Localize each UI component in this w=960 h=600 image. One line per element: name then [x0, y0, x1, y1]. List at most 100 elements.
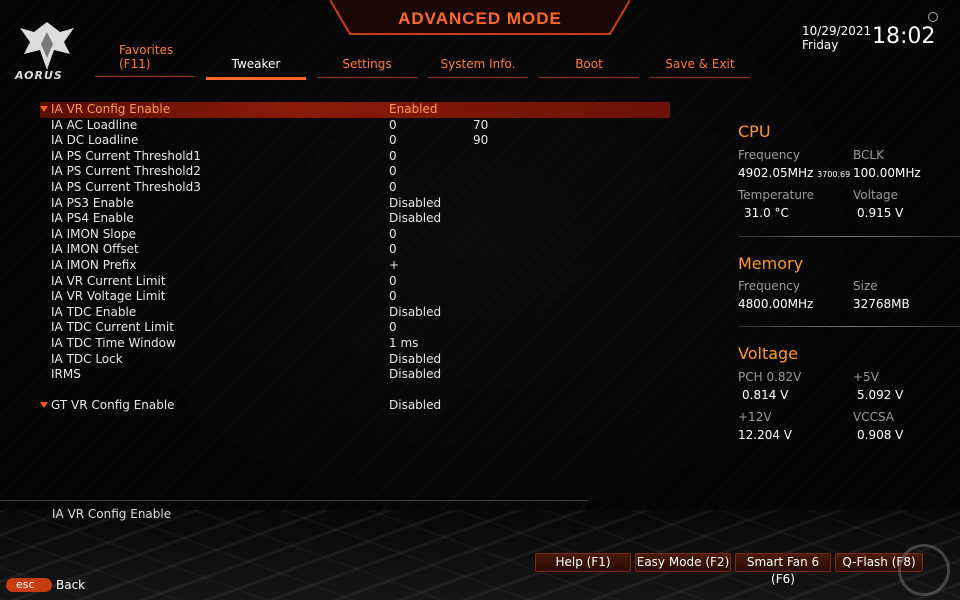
esc-key-label: esc	[16, 578, 35, 591]
setting-value[interactable]: 0	[389, 274, 397, 289]
divider	[738, 236, 960, 237]
help-description: IA VR Config Enable	[52, 507, 172, 521]
setting-value[interactable]: Disabled	[389, 352, 441, 367]
setting-label: IA PS Current Threshold3	[51, 179, 201, 194]
setting-row-gt-vr-config[interactable]: GT VR Config Enable Disabled	[40, 398, 680, 414]
memory-section-title: Memory	[738, 254, 804, 273]
setting-value-auto: 90	[473, 133, 489, 148]
tab-settings[interactable]: Settings	[317, 57, 417, 78]
cpu-bclk-label: BCLK	[853, 148, 884, 162]
memory-size-label: Size	[853, 279, 878, 293]
tab-system-info[interactable]: System Info.	[428, 57, 528, 78]
5v-voltage-label: +5V	[853, 370, 879, 384]
tab-favorites[interactable]: Favorites (F11)	[95, 43, 195, 77]
setting-row[interactable]: IRMS Disabled	[40, 367, 680, 383]
setting-label: IA IMON Offset	[51, 242, 139, 257]
setting-row[interactable]: IA PS Current Threshold1 0	[40, 149, 680, 165]
setting-label: IA TDC Time Window	[51, 335, 176, 350]
help-divider	[0, 500, 588, 501]
settings-list: IA VR Config Enable Enabled IA AC Loadli…	[40, 102, 680, 414]
setting-value[interactable]: 0	[389, 289, 397, 304]
back-button[interactable]: Back	[56, 578, 85, 592]
setting-label: IA VR Current Limit	[51, 273, 166, 288]
memory-size-value: 32768MB	[853, 297, 910, 311]
setting-label: IRMS	[51, 367, 81, 382]
setting-value[interactable]: 0	[389, 180, 397, 195]
setting-row[interactable]: IA PS Current Threshold3 0	[40, 180, 680, 196]
setting-row[interactable]: IA IMON Prefix +	[40, 258, 680, 274]
cpu-section-title: CPU	[738, 122, 771, 141]
setting-label: IA DC Loadline	[51, 133, 139, 148]
cpu-temperature-value: 31.0 °C	[744, 206, 789, 220]
header: ADVANCED MODE AORUS Favorites (F11) Twea…	[0, 0, 960, 90]
setting-label: IA PS Current Threshold1	[51, 148, 201, 163]
smart-fan-button[interactable]: Smart Fan 6 (F6)	[735, 553, 831, 586]
divider	[738, 326, 960, 327]
setting-label: IA TDC Enable	[51, 304, 137, 319]
pch-voltage-value: 0.814 V	[742, 388, 789, 402]
setting-row[interactable]: IA VR Voltage Limit 0	[40, 289, 680, 305]
help-button[interactable]: Help (F1)	[535, 553, 631, 572]
setting-value[interactable]: 0	[389, 164, 397, 179]
cpu-frequency-sub: 3700.69	[817, 170, 851, 179]
setting-value[interactable]: 0	[389, 149, 397, 164]
tab-save-exit[interactable]: Save & Exit	[650, 57, 750, 78]
setting-row[interactable]: IA TDC Lock Disabled	[40, 352, 680, 368]
12v-voltage-label: +12V	[738, 410, 772, 424]
cpu-temperature-label: Temperature	[738, 188, 815, 202]
setting-value[interactable]: 0	[389, 320, 397, 335]
setting-row[interactable]: IA IMON Offset 0	[40, 242, 680, 258]
setting-row[interactable]: IA VR Current Limit 0	[40, 274, 680, 290]
setting-value[interactable]: Disabled	[389, 305, 441, 320]
tab-tweaker[interactable]: Tweaker	[206, 57, 306, 80]
pch-voltage-label: PCH 0.82V	[738, 370, 802, 384]
tab-favorites-key: (F11)	[119, 57, 151, 71]
setting-label: IA IMON Prefix	[51, 257, 137, 272]
setting-row[interactable]: IA PS Current Threshold2 0	[40, 164, 680, 180]
setting-label: IA TDC Current Limit	[51, 320, 174, 335]
setting-label: GT VR Config Enable	[51, 398, 175, 413]
setting-label: IA PS Current Threshold2	[51, 164, 201, 179]
easy-mode-button[interactable]: Easy Mode (F2)	[635, 553, 731, 572]
setting-label: IA VR Voltage Limit	[51, 289, 166, 304]
setting-row[interactable]: IA PS4 Enable Disabled	[40, 211, 680, 227]
memory-frequency-label: Frequency	[738, 279, 800, 293]
setting-value-auto: 70	[473, 117, 489, 132]
setting-value[interactable]: Disabled	[389, 211, 441, 226]
setting-value[interactable]: 0	[389, 133, 397, 148]
setting-row[interactable]: IA TDC Current Limit 0	[40, 320, 680, 336]
setting-value[interactable]: 1 ms	[389, 336, 418, 351]
setting-row[interactable]: IA TDC Enable Disabled	[40, 305, 680, 321]
setting-value[interactable]: Enabled	[389, 102, 438, 117]
setting-row[interactable]: IA DC Loadline 0 90	[40, 133, 680, 149]
setting-row[interactable]: IA IMON Slope 0	[40, 227, 680, 243]
collapse-arrow-icon	[40, 402, 48, 409]
tab-boot[interactable]: Boot	[539, 57, 639, 78]
voltage-section-title: Voltage	[738, 344, 799, 363]
watermark-logo-icon	[898, 544, 950, 596]
setting-label: IA IMON Slope	[51, 226, 136, 241]
setting-value[interactable]: Disabled	[389, 398, 441, 413]
setting-label: IA VR Config Enable	[51, 102, 171, 116]
vccsa-voltage-value: 0.908 V	[857, 428, 904, 442]
setting-value[interactable]: 0	[389, 227, 397, 242]
setting-value[interactable]: 0	[389, 242, 397, 257]
setting-row[interactable]: IA TDC Time Window 1 ms	[40, 336, 680, 352]
setting-value[interactable]: Disabled	[389, 196, 441, 211]
setting-label: IA AC Loadline	[51, 117, 138, 132]
memory-frequency-value: 4800.00MHz	[738, 297, 814, 311]
setting-value[interactable]: 0	[389, 118, 397, 133]
page-title: ADVANCED MODE	[398, 9, 562, 28]
settings-gear-icon[interactable]	[928, 12, 938, 22]
setting-row[interactable]: IA PS3 Enable Disabled	[40, 196, 680, 212]
setting-value[interactable]: +	[389, 258, 399, 273]
setting-value[interactable]: Disabled	[389, 367, 441, 382]
collapse-arrow-icon	[40, 106, 48, 112]
setting-row-ia-vr-config[interactable]: IA VR Config Enable Enabled	[40, 102, 670, 118]
setting-row[interactable]: IA AC Loadline 0 70	[40, 118, 680, 134]
day: Friday	[802, 38, 839, 52]
date: 10/29/2021	[802, 24, 872, 38]
12v-voltage-value: 12.204 V	[738, 428, 793, 442]
cpu-voltage-label: Voltage	[853, 188, 899, 202]
